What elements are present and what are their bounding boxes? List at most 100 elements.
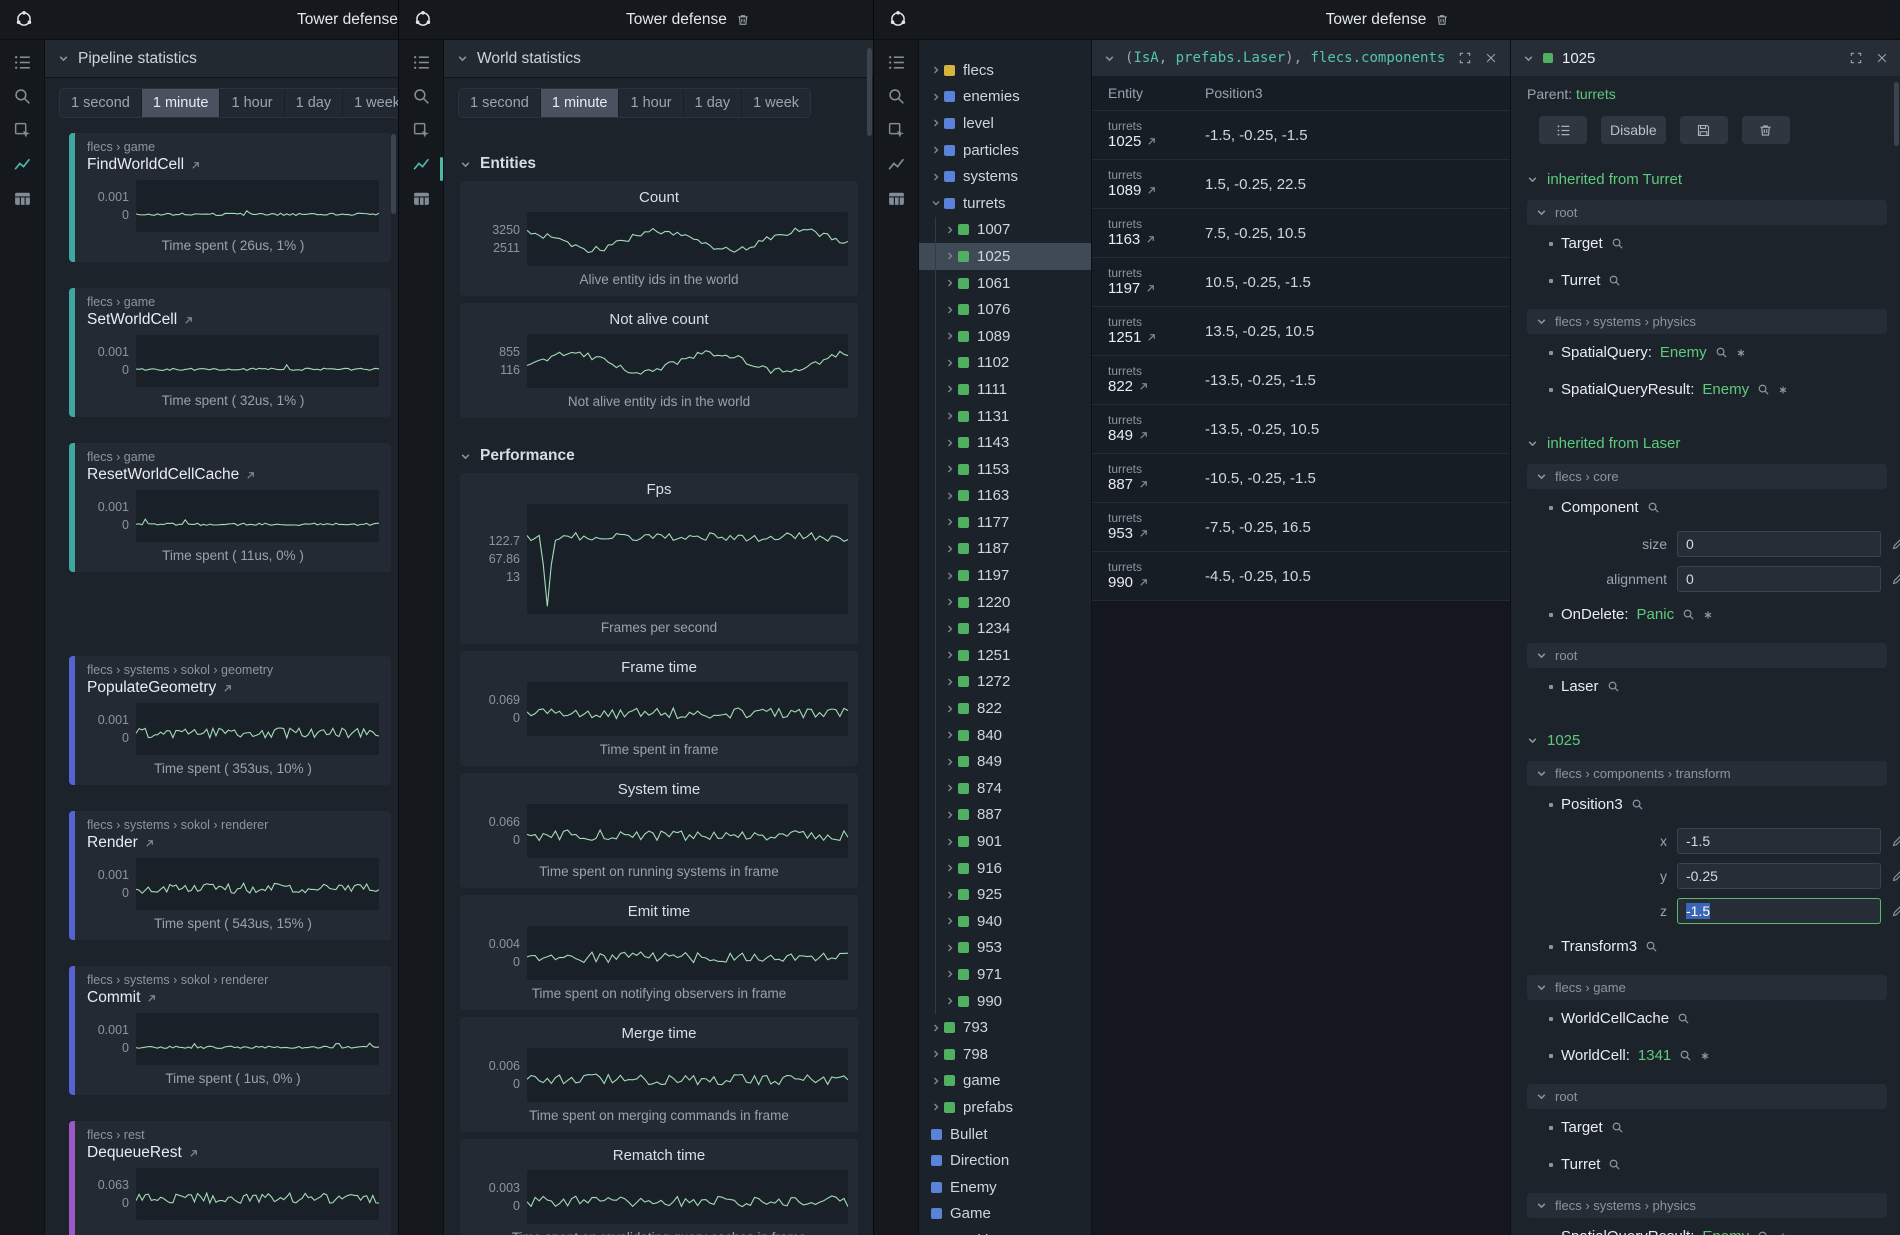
component-row[interactable]: SpatialQueryResult:Enemy xyxy=(1527,371,1887,408)
tree-item[interactable]: 1025 xyxy=(919,243,1091,270)
entity-id-link[interactable]: 953 xyxy=(1108,525,1205,543)
tree-item[interactable]: 1111 xyxy=(919,376,1091,403)
tree-item[interactable]: level xyxy=(919,110,1091,137)
section-header-performance[interactable]: Performance xyxy=(460,447,858,465)
tree-item[interactable]: 1220 xyxy=(919,589,1091,616)
chevron-right-icon[interactable] xyxy=(943,571,956,581)
chevron-right-icon[interactable] xyxy=(943,411,956,421)
scrollbar-thumb[interactable] xyxy=(867,48,872,136)
table-icon[interactable] xyxy=(13,189,32,208)
inspector-section-header[interactable]: inherited from Laser xyxy=(1527,432,1887,454)
expand-icon[interactable] xyxy=(1849,51,1863,65)
query-result-row[interactable]: turrets125113.5, -0.25, 10.5 xyxy=(1092,307,1510,356)
tree-item[interactable]: 1177 xyxy=(919,509,1091,536)
chevron-right-icon[interactable] xyxy=(943,863,956,873)
chevron-right-icon[interactable] xyxy=(943,810,956,820)
search-icon[interactable] xyxy=(887,87,906,106)
tree-item[interactable]: 1076 xyxy=(919,296,1091,323)
chevron-right-icon[interactable] xyxy=(943,624,956,634)
query-result-row[interactable]: turrets10891.5, -0.25, 22.5 xyxy=(1092,160,1510,209)
trash-icon[interactable] xyxy=(1435,13,1449,27)
component-group-header[interactable]: flecs › systems › physics xyxy=(1527,1193,1887,1218)
tree-item[interactable]: 1187 xyxy=(919,536,1091,563)
field-input-alignment[interactable]: 0 xyxy=(1677,566,1881,592)
tree-item[interactable]: systems xyxy=(919,163,1091,190)
component-row[interactable]: Target xyxy=(1527,225,1887,262)
inspector-section-header[interactable]: 1025 xyxy=(1527,729,1887,751)
field-input-x[interactable]: -1.5 xyxy=(1677,828,1881,854)
tree-item[interactable]: 1143 xyxy=(919,429,1091,456)
entity-id-link[interactable]: 1197 xyxy=(1108,280,1205,298)
stat-name-link[interactable]: ResetWorldCellCache xyxy=(87,466,379,484)
close-icon[interactable] xyxy=(1484,51,1498,65)
magnifier-icon[interactable] xyxy=(1611,237,1624,250)
chart-icon[interactable] xyxy=(412,155,431,174)
tree-item[interactable]: Direction xyxy=(919,1147,1091,1174)
chevron-right-icon[interactable] xyxy=(943,464,956,474)
tree-item[interactable]: 793 xyxy=(919,1014,1091,1041)
delete-button[interactable] xyxy=(1742,116,1790,144)
chevron-right-icon[interactable] xyxy=(929,1049,942,1059)
chevron-down-icon[interactable] xyxy=(1104,53,1115,64)
tree-item[interactable]: enemies xyxy=(919,84,1091,111)
pencil-icon[interactable] xyxy=(1891,869,1900,883)
tree-item[interactable]: Bullet xyxy=(919,1121,1091,1148)
inspector-section-header[interactable]: inherited from Turret xyxy=(1527,168,1887,190)
stat-name-link[interactable]: Render xyxy=(87,834,379,852)
component-row[interactable]: Position3 xyxy=(1527,786,1887,823)
entity-id-link[interactable]: 849 xyxy=(1108,427,1205,445)
tree-item[interactable]: 1272 xyxy=(919,669,1091,696)
field-input-size[interactable]: 0 xyxy=(1677,531,1881,557)
query-result-row[interactable]: turrets953-7.5, -0.25, 16.5 xyxy=(1092,503,1510,552)
query-result-row[interactable]: turrets119710.5, -0.25, -1.5 xyxy=(1092,258,1510,307)
query-result-row[interactable]: turrets11637.5, -0.25, 10.5 xyxy=(1092,209,1510,258)
parent-link[interactable]: turrets xyxy=(1576,86,1616,102)
section-header-entities[interactable]: Entities xyxy=(460,155,858,173)
entity-id-link[interactable]: 1025 xyxy=(1108,133,1205,151)
component-row[interactable]: SpatialQuery:Enemy xyxy=(1527,334,1887,371)
chevron-right-icon[interactable] xyxy=(943,305,956,315)
time-range-1-week[interactable]: 1 week xyxy=(343,89,398,117)
component-row[interactable]: OnDelete:Panic xyxy=(1527,596,1887,633)
pencil-icon[interactable] xyxy=(1891,572,1900,586)
tree-item[interactable]: 1153 xyxy=(919,456,1091,483)
component-row[interactable]: Target xyxy=(1527,1109,1887,1146)
time-range-1-week[interactable]: 1 week xyxy=(742,89,810,117)
chevron-right-icon[interactable] xyxy=(943,491,956,501)
tree-view-icon[interactable] xyxy=(13,53,32,72)
chevron-right-icon[interactable] xyxy=(943,358,956,368)
stat-name-link[interactable]: PopulateGeometry xyxy=(87,679,379,697)
tree-item[interactable]: 840 xyxy=(919,722,1091,749)
magnifier-icon[interactable] xyxy=(1679,1049,1692,1062)
tree-item[interactable]: turrets xyxy=(919,190,1091,217)
component-row[interactable]: Laser xyxy=(1527,668,1887,705)
magnifier-icon[interactable] xyxy=(1647,501,1660,514)
component-group-header[interactable]: root xyxy=(1527,200,1887,225)
chart-icon[interactable] xyxy=(13,155,32,174)
chevron-right-icon[interactable] xyxy=(943,730,956,740)
save-button[interactable] xyxy=(1680,116,1728,144)
scrollbar-thumb[interactable] xyxy=(391,134,396,214)
tree-item[interactable]: 1131 xyxy=(919,403,1091,430)
magnifier-icon[interactable] xyxy=(1631,798,1644,811)
query-result-row[interactable]: turrets1025-1.5, -0.25, -1.5 xyxy=(1092,111,1510,160)
component-group-header[interactable]: flecs › systems › physics xyxy=(1527,309,1887,334)
pencil-icon[interactable] xyxy=(1891,537,1900,551)
tree-item[interactable]: 874 xyxy=(919,775,1091,802)
chevron-right-icon[interactable] xyxy=(943,996,956,1006)
chevron-right-icon[interactable] xyxy=(943,251,956,261)
chevron-down-icon[interactable] xyxy=(457,53,468,64)
chevron-right-icon[interactable] xyxy=(943,438,956,448)
tree-item[interactable]: 1102 xyxy=(919,350,1091,377)
chevron-right-icon[interactable] xyxy=(943,890,956,900)
chevron-right-icon[interactable] xyxy=(929,92,942,102)
chevron-right-icon[interactable] xyxy=(943,969,956,979)
chevron-right-icon[interactable] xyxy=(943,225,956,235)
pencil-icon[interactable] xyxy=(1891,834,1900,848)
magnifier-icon[interactable] xyxy=(1611,1121,1624,1134)
magnifier-icon[interactable] xyxy=(1677,1012,1690,1025)
component-row[interactable]: Turret xyxy=(1527,1146,1887,1183)
field-input-y[interactable]: -0.25 xyxy=(1677,863,1881,889)
chevron-right-icon[interactable] xyxy=(943,704,956,714)
tree-item[interactable]: 953 xyxy=(919,935,1091,962)
